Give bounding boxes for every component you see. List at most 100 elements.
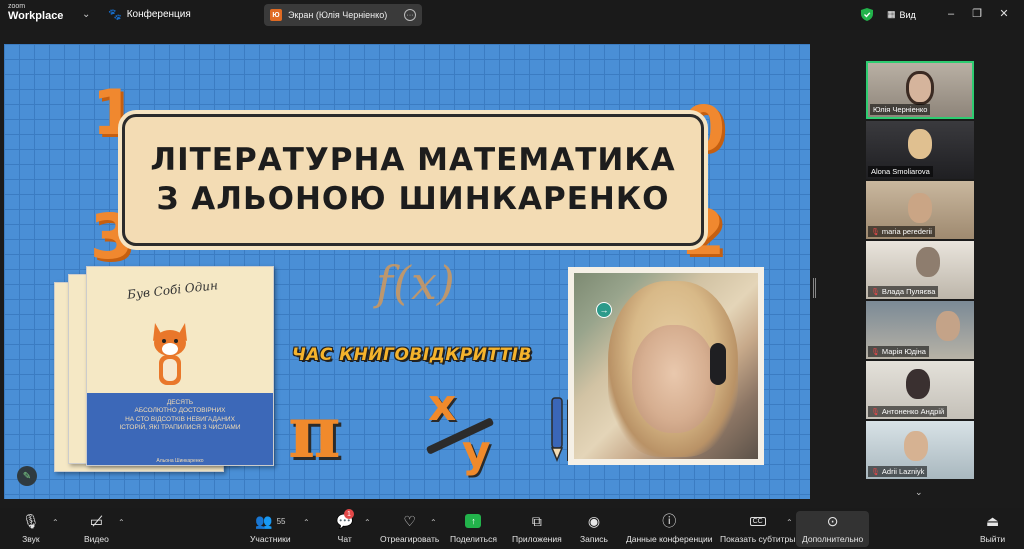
info-label: Данные конференции: [626, 534, 713, 544]
chevron-down-icon[interactable]: ⌄: [915, 487, 923, 498]
chevron-up-icon[interactable]: ⌃: [430, 518, 437, 527]
more-button[interactable]: ⊙ Дополнительно: [796, 511, 870, 547]
participant-tile[interactable]: Юлія Черніенко: [866, 61, 974, 119]
participant-name: Alona Smoliarova: [868, 166, 933, 177]
participant-name: 🎙 maria perederii: [868, 226, 935, 237]
brand-small: zoom: [8, 3, 26, 10]
participant-avatar: [906, 369, 930, 399]
slide-title-line-2: З АЛЬОНОЮ ШИНКАРЕНКО: [156, 181, 670, 217]
captions-label: Показать субтитры: [720, 534, 796, 544]
presentation-slide: 1 0 3 2 ЛІТЕРАТУРНА МАТЕМАТИКА З АЛЬОНОЮ…: [4, 44, 810, 499]
restore-icon[interactable]: ❐: [970, 7, 984, 21]
headphone: [710, 343, 726, 385]
screen-share-indicator[interactable]: Ю Экран (Юлія Черніенко) ···: [264, 4, 422, 26]
chat-icon: 💬 1: [336, 509, 354, 529]
slide-subheading: ЧАС КНИГОВІДКРИТТІВ: [292, 345, 532, 365]
sharer-avatar: Ю: [270, 9, 282, 21]
meeting-info-button[interactable]: ⓘ Данные конференции: [626, 511, 713, 547]
title-bar: zoom Workplace ⌄ 🐾 Конференция Ю Экран (…: [0, 0, 1024, 30]
chevron-up-icon[interactable]: ⌃: [786, 518, 793, 527]
presenter-photo-frame: [568, 267, 764, 465]
share-icon: ↑: [465, 511, 482, 531]
audio-button[interactable]: 🎙 Звук: [22, 511, 40, 547]
minimize-icon[interactable]: –: [944, 7, 958, 21]
leave-label: Выйти: [980, 534, 1006, 544]
apps-label: Приложения: [512, 534, 562, 544]
captions-button[interactable]: CC Показать субтитры: [720, 511, 795, 547]
y-symbol: y: [462, 426, 491, 477]
participant-tile[interactable]: 🎙 maria perederii: [866, 181, 974, 239]
record-label: Запись: [580, 534, 608, 544]
exit-icon: ⏏: [985, 512, 1000, 529]
shared-screen-area: 1 0 3 2 ЛІТЕРАТУРНА МАТЕМАТИКА З АЛЬОНОЮ…: [0, 30, 815, 505]
captions-icon: CC: [749, 511, 766, 531]
react-button[interactable]: ♡ Отреагировать: [380, 511, 439, 547]
annotate-pen-icon[interactable]: ✎: [17, 466, 37, 486]
participant-name: 🎙 Марія Юдіна: [868, 346, 929, 357]
zoom-window: zoom Workplace ⌄ 🐾 Конференция Ю Экран (…: [0, 0, 1024, 549]
slide-title-box: ЛІТЕРАТУРНА МАТЕМАТИКА З АЛЬОНОЮ ШИНКАРЕ…: [122, 114, 704, 246]
meeting-toolbar: 🎙 Звук ⌃ ▭̸ Видео ⌃ 👥 55 Участники ⌃ 💬 1 Ч…: [0, 508, 1024, 549]
app-logo: zoom Workplace: [8, 3, 63, 22]
participant-tile[interactable]: 🎙 Марія Юдіна: [866, 301, 974, 359]
chat-button[interactable]: 💬 1 Чат: [336, 509, 354, 547]
chevron-up-icon[interactable]: ⌃: [118, 518, 125, 527]
more-icon: ⊙: [826, 512, 839, 529]
view-icon: ▦: [887, 9, 896, 19]
chevron-up-icon[interactable]: ⌃: [303, 518, 310, 527]
arrow-right-icon[interactable]: →: [596, 302, 612, 318]
shield-icon[interactable]: [861, 8, 873, 21]
participants-label: Участники: [250, 534, 291, 544]
panel-resize-handle[interactable]: [813, 278, 816, 298]
book-subtitle-band: Десять абсолютно достовірних на сто відс…: [87, 393, 273, 465]
info-icon: ⓘ: [662, 513, 677, 529]
photo-face: [632, 325, 716, 433]
function-symbol: f(x): [376, 256, 455, 310]
apps-icon: ⧉: [531, 512, 542, 529]
book-subtitle-line: історій, які трапилися з числами: [119, 424, 241, 432]
mic-muted-icon: 🎙: [22, 512, 40, 529]
apps-button[interactable]: ⧉ Приложения: [512, 511, 562, 547]
video-label: Видео: [84, 534, 109, 544]
participant-tile[interactable]: 🎙 Adrii Lazniyk: [866, 421, 974, 479]
x-symbol: x: [428, 380, 457, 431]
brand-big: Workplace: [8, 10, 64, 22]
participant-avatar: [908, 193, 932, 223]
close-icon[interactable]: ✕: [997, 7, 1011, 21]
chevron-down-icon[interactable]: ⌄: [82, 9, 90, 20]
participant-tile[interactable]: 🎙 Антоненко Андрій: [866, 361, 974, 419]
heart-icon: ♡: [403, 512, 416, 529]
react-label: Отреагировать: [380, 534, 440, 544]
participant-name: 🎙 Влада Пуляєва: [868, 286, 939, 297]
book-cover: Був Собі Один Десять абсолютно достовірн…: [86, 266, 274, 466]
leave-button[interactable]: ⏏ Выйти: [980, 511, 1005, 547]
record-button[interactable]: ◉ Запись: [580, 511, 608, 547]
view-menu[interactable]: ▦ Вид: [887, 9, 916, 20]
paw-icon: 🐾: [108, 9, 122, 21]
book-subtitle-line: абсолютно достовірних: [134, 407, 226, 415]
participant-name: 🎙 Антоненко Андрій: [868, 406, 948, 417]
share-label: Поделиться: [450, 534, 497, 544]
mic-muted-icon: 🎙: [871, 468, 880, 476]
mic-muted-icon: 🎙: [871, 348, 880, 356]
conference-label: Конференция: [126, 9, 191, 20]
chevron-up-icon[interactable]: ⌃: [52, 518, 59, 527]
share-screen-button[interactable]: ↑ Поделиться: [450, 511, 497, 547]
video-button[interactable]: ▭̸ Видео: [84, 511, 109, 547]
more-options-icon[interactable]: ···: [404, 9, 416, 21]
book-author: Альона Шинкаренко: [156, 458, 204, 464]
participant-avatar: [916, 247, 940, 277]
participants-button[interactable]: 👥 55 Участники: [250, 511, 291, 547]
chat-label: Чат: [337, 534, 352, 544]
participant-tile[interactable]: 🎙 Влада Пуляєва: [866, 241, 974, 299]
participant-name: 🎙 Adrii Lazniyk: [868, 466, 928, 477]
chevron-up-icon[interactable]: ⌃: [364, 518, 371, 527]
participants-icon: 👥 55: [255, 512, 286, 529]
video-off-icon: ▭̸: [89, 512, 104, 529]
book-subtitle-line: Десять: [166, 399, 194, 406]
more-label: Дополнительно: [802, 534, 864, 544]
participant-tile[interactable]: Alona Smoliarova: [866, 121, 974, 179]
record-icon: ◉: [587, 512, 601, 529]
conference-menu[interactable]: 🐾 Конференция: [108, 8, 191, 21]
presenter-photo: [574, 273, 758, 459]
